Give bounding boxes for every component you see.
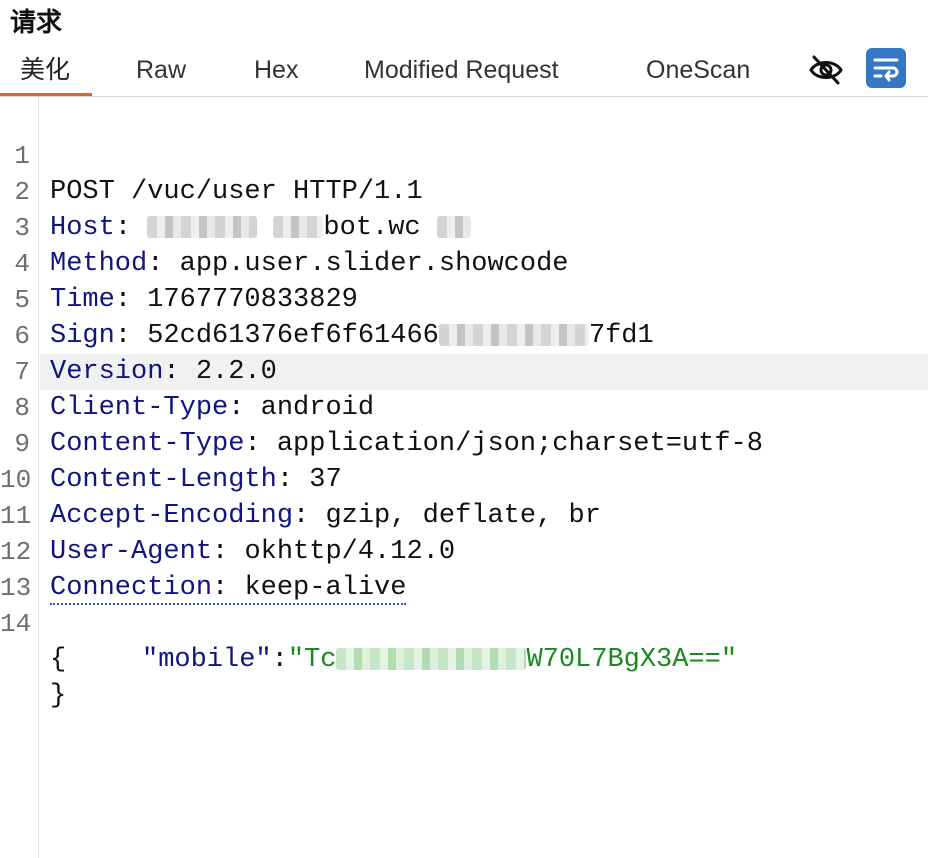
tab-onescan[interactable]: OneScan: [646, 48, 750, 94]
wrap-lines-icon: [873, 58, 899, 82]
code-line: 10 Accept-Encoding: gzip, deflate, br: [0, 426, 928, 531]
view-tabs: 美化 Raw Hex Modified Request OneScan: [0, 48, 928, 97]
code-line: "mobile":"Tc W70L7BgX3A==": [142, 645, 738, 675]
eye-slash-button[interactable]: [806, 52, 846, 88]
code-line: 8 Content-Type: application/json;charset…: [0, 354, 928, 459]
tab-modified-request[interactable]: Modified Request: [364, 48, 559, 94]
code-line: 2 Host: bot.wc: [0, 138, 928, 243]
tab-hex[interactable]: Hex: [254, 48, 298, 94]
code-line: 6 Version: 2.2.0: [0, 282, 928, 390]
code-line: 9 Content-Length: 37: [0, 390, 928, 495]
code-line: 13: [0, 534, 928, 603]
code-line: 1 POST /vuc/user HTTP/1.1: [0, 102, 928, 207]
code-line: 3 Method: app.user.slider.showcode: [0, 174, 928, 279]
code-line: 7 Client-Type: android: [0, 318, 928, 423]
wrap-lines-button[interactable]: [866, 48, 906, 88]
code-line: 5 Sign: 52cd61376ef6f61466 7fd1: [0, 246, 928, 351]
code-line: 14 {: [0, 570, 928, 675]
eye-slash-icon: [809, 55, 843, 85]
active-tab-indicator: [0, 93, 92, 96]
code-line: 11 User-Agent: okhttp/4.12.0: [0, 462, 928, 567]
tab-raw[interactable]: Raw: [136, 48, 186, 94]
panel-title: 请求: [10, 8, 63, 38]
json-close-brace: }: [50, 681, 67, 711]
tab-pretty[interactable]: 美化: [20, 48, 70, 94]
code-line: 4 Time: 1767770833829: [0, 210, 928, 315]
code-line: 12 Connection: keep-alive: [0, 498, 928, 605]
code-line: }: [0, 642, 928, 711]
request-editor[interactable]: 1 POST /vuc/user HTTP/1.1 2 Host: bot.wc…: [0, 97, 928, 858]
